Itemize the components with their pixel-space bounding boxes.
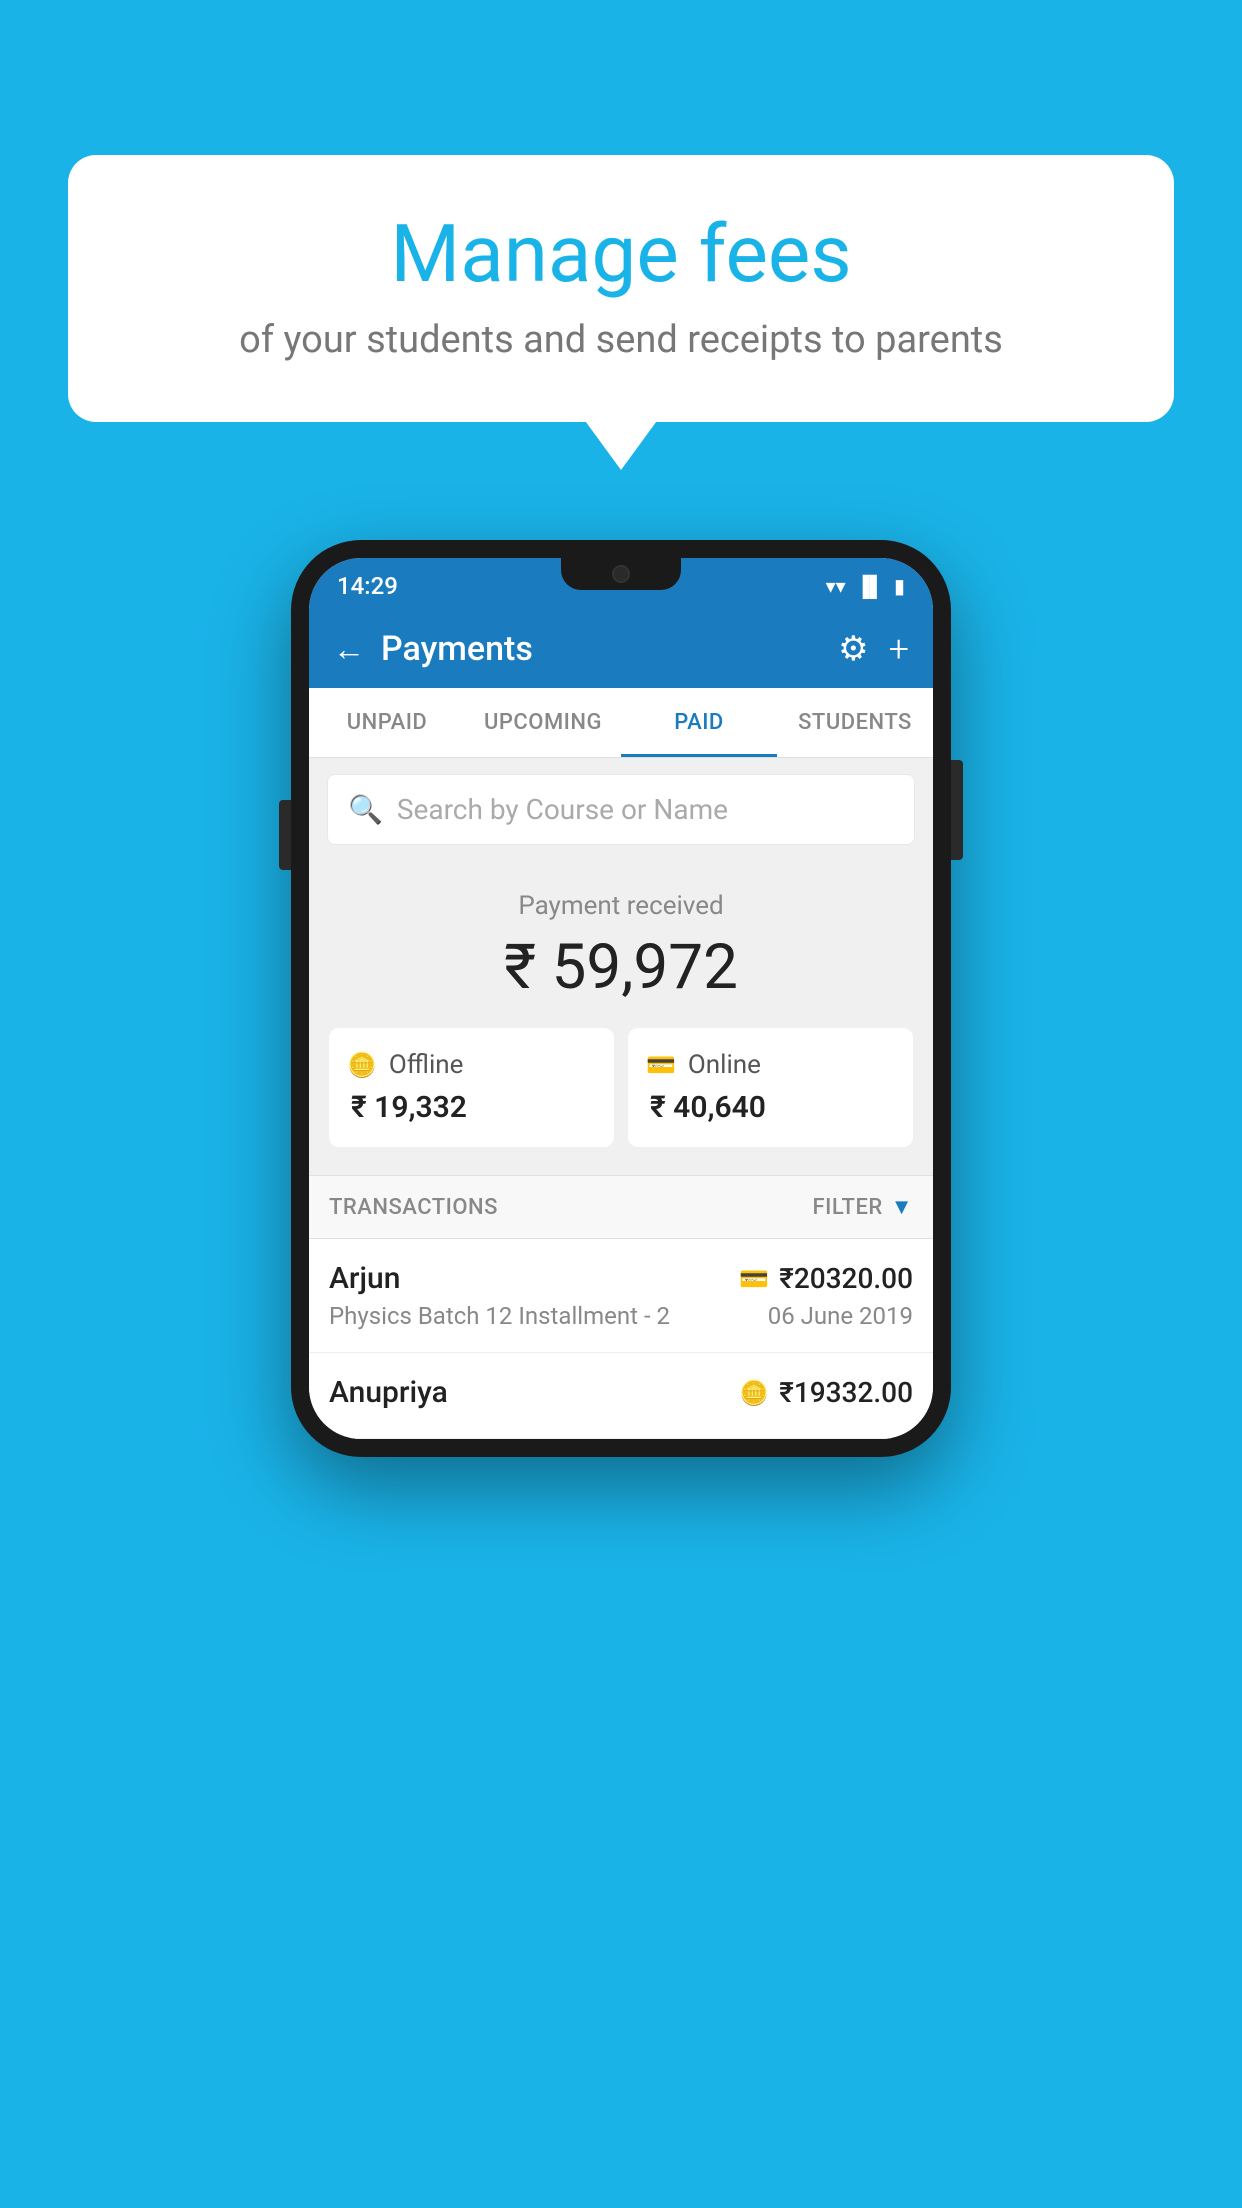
txn-name-arjun: Arjun bbox=[329, 1261, 400, 1296]
app-bar-title: Payments bbox=[381, 629, 533, 669]
tab-upcoming[interactable]: UPCOMING bbox=[465, 688, 621, 757]
search-icon: 🔍 bbox=[348, 793, 383, 826]
txn-bottom-arjun: Physics Batch 12 Installment - 2 06 June… bbox=[329, 1302, 913, 1330]
phone-notch bbox=[561, 558, 681, 590]
txn-amount-wrap-arjun: 💳 ₹20320.00 bbox=[739, 1262, 913, 1295]
offline-amount: ₹ 19,332 bbox=[351, 1090, 467, 1125]
tab-paid[interactable]: PAID bbox=[621, 688, 777, 757]
txn-offline-icon: 🪙 bbox=[739, 1379, 769, 1407]
transaction-row[interactable]: Anupriya 🪙 ₹19332.00 bbox=[309, 1353, 933, 1439]
offline-card-header: 🪙 Offline bbox=[347, 1050, 463, 1080]
payment-total-amount: ₹ 59,972 bbox=[329, 931, 913, 1004]
battery-icon: ▮ bbox=[894, 574, 905, 598]
search-bar-wrapper: 🔍 Search by Course or Name bbox=[309, 758, 933, 861]
offline-icon: 🪙 bbox=[347, 1051, 377, 1079]
wifi-icon: ▾▾ bbox=[826, 574, 846, 598]
phone-wrapper: 14:29 ▾▾ ▐▌ ▮ ← Payments ⚙ + bbox=[291, 540, 951, 1457]
phone-outer: 14:29 ▾▾ ▐▌ ▮ ← Payments ⚙ + bbox=[291, 540, 951, 1457]
signal-icon: ▐▌ bbox=[856, 574, 884, 599]
front-camera bbox=[612, 565, 630, 583]
txn-name-anupriya: Anupriya bbox=[329, 1375, 448, 1410]
add-button[interactable]: + bbox=[889, 628, 909, 670]
phone-screen: 14:29 ▾▾ ▐▌ ▮ ← Payments ⚙ + bbox=[309, 558, 933, 1439]
app-bar-left: ← Payments bbox=[333, 629, 533, 669]
payment-cards: 🪙 Offline ₹ 19,332 💳 Online ₹ 40,640 bbox=[329, 1028, 913, 1147]
tab-unpaid[interactable]: UNPAID bbox=[309, 688, 465, 757]
online-label: Online bbox=[688, 1050, 761, 1080]
txn-amount-arjun: ₹20320.00 bbox=[779, 1262, 913, 1295]
search-bar[interactable]: 🔍 Search by Course or Name bbox=[327, 774, 915, 845]
txn-card-icon: 💳 bbox=[739, 1265, 769, 1293]
filter-label: FILTER bbox=[812, 1195, 882, 1220]
filter-button[interactable]: FILTER ▼ bbox=[812, 1194, 913, 1220]
offline-label: Offline bbox=[389, 1050, 464, 1080]
status-time: 14:29 bbox=[337, 572, 398, 600]
txn-top-anupriya: Anupriya 🪙 ₹19332.00 bbox=[329, 1375, 913, 1410]
app-bar: ← Payments ⚙ + bbox=[309, 610, 933, 688]
status-icons: ▾▾ ▐▌ ▮ bbox=[826, 574, 905, 599]
txn-top-arjun: Arjun 💳 ₹20320.00 bbox=[329, 1261, 913, 1296]
tabs-bar: UNPAID UPCOMING PAID STUDENTS bbox=[309, 688, 933, 758]
online-card: 💳 Online ₹ 40,640 bbox=[628, 1028, 913, 1147]
bubble-title: Manage fees bbox=[128, 210, 1114, 298]
txn-amount-anupriya: ₹19332.00 bbox=[779, 1376, 913, 1409]
settings-button[interactable]: ⚙ bbox=[838, 629, 868, 669]
app-bar-right: ⚙ + bbox=[838, 628, 909, 670]
online-card-header: 💳 Online bbox=[646, 1050, 761, 1080]
transactions-label: TRANSACTIONS bbox=[329, 1195, 498, 1220]
speech-bubble-wrapper: Manage fees of your students and send re… bbox=[68, 155, 1174, 422]
txn-amount-wrap-anupriya: 🪙 ₹19332.00 bbox=[739, 1376, 913, 1409]
bubble-subtitle: of your students and send receipts to pa… bbox=[128, 318, 1114, 362]
back-button[interactable]: ← bbox=[333, 630, 365, 668]
offline-card: 🪙 Offline ₹ 19,332 bbox=[329, 1028, 614, 1147]
online-amount: ₹ 40,640 bbox=[650, 1090, 766, 1125]
txn-course-arjun: Physics Batch 12 Installment - 2 bbox=[329, 1302, 670, 1330]
txn-date-arjun: 06 June 2019 bbox=[768, 1302, 913, 1330]
transactions-header: TRANSACTIONS FILTER ▼ bbox=[309, 1175, 933, 1239]
online-icon: 💳 bbox=[646, 1051, 676, 1079]
filter-icon: ▼ bbox=[891, 1194, 913, 1220]
payment-summary: Payment received ₹ 59,972 🪙 Offline ₹ 19… bbox=[309, 861, 933, 1175]
search-input[interactable]: Search by Course or Name bbox=[397, 793, 728, 826]
speech-bubble: Manage fees of your students and send re… bbox=[68, 155, 1174, 422]
transaction-row[interactable]: Arjun 💳 ₹20320.00 Physics Batch 12 Insta… bbox=[309, 1239, 933, 1353]
tab-students[interactable]: STUDENTS bbox=[777, 688, 933, 757]
payment-received-label: Payment received bbox=[329, 891, 913, 921]
